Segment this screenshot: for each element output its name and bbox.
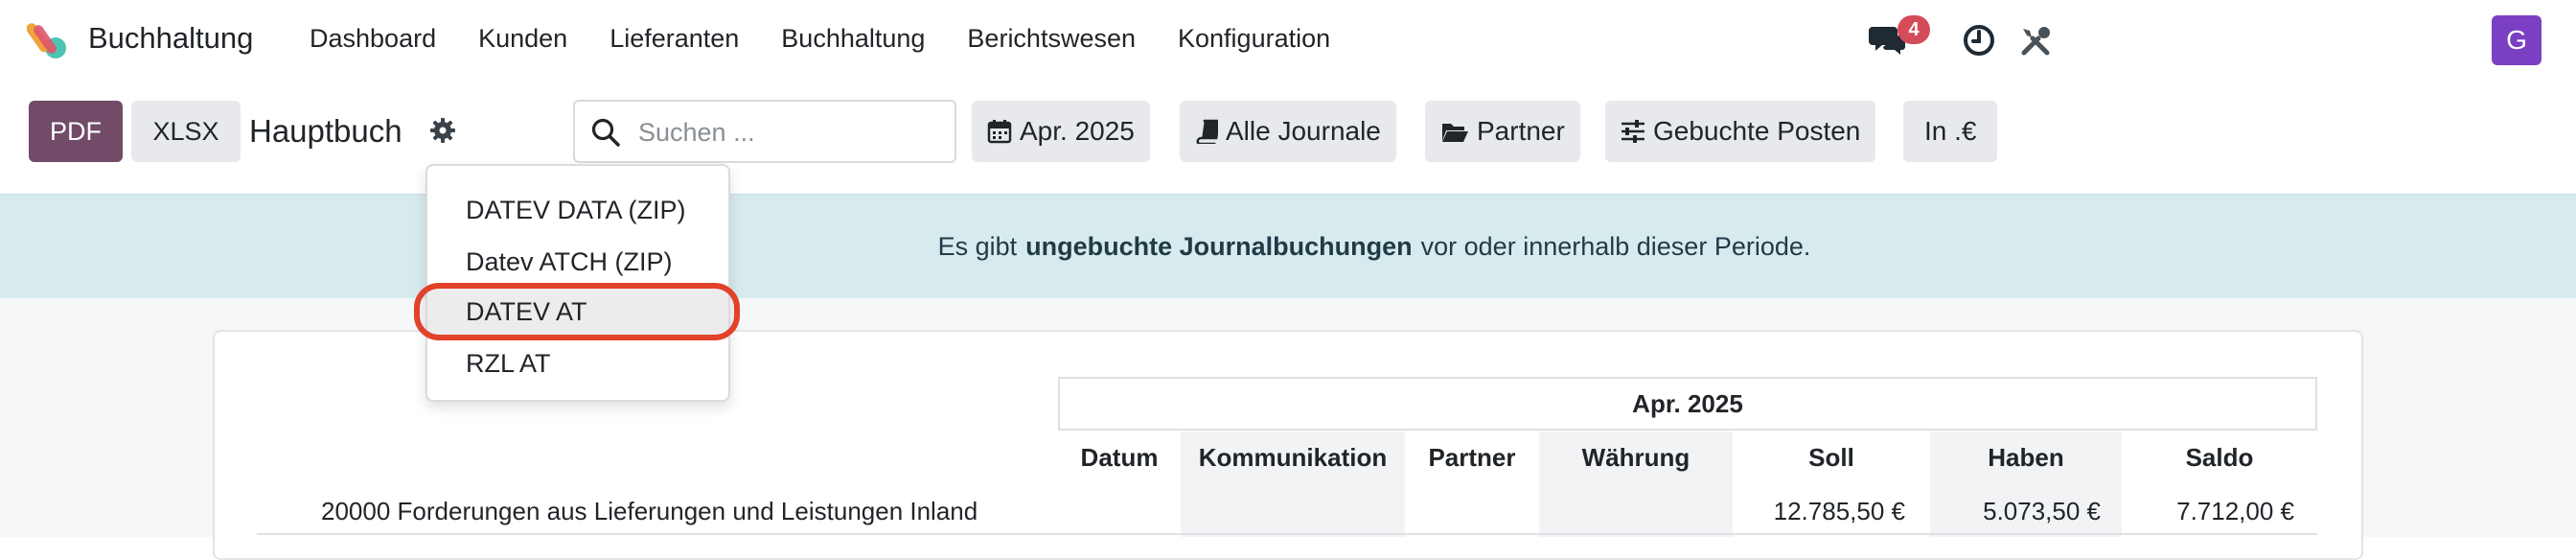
column-header-partner[interactable]: Partner: [1405, 443, 1539, 473]
column-header-kommunikation[interactable]: Kommunikation: [1181, 443, 1405, 473]
unposted-entries-alert: Es gibt ungebuchte Journalbuchungen vor …: [0, 194, 2576, 299]
currency-filter-label: In .€: [1924, 116, 1977, 146]
account-row-saldo: 7.712,00 €: [2176, 497, 2294, 525]
menu-kunden[interactable]: Kunden: [478, 24, 567, 54]
column-header-haben[interactable]: Haben: [1930, 443, 2122, 473]
menu-lieferanten[interactable]: Lieferanten: [610, 24, 739, 54]
menu-item-datev-data-zip[interactable]: DATEV DATA (ZIP): [427, 185, 728, 235]
column-header-datum[interactable]: Datum: [1064, 443, 1175, 473]
alert-text-pre: Es gibt: [937, 231, 1018, 261]
pdf-export-button[interactable]: PDF: [29, 101, 123, 162]
menu-item-datev-atch-zip[interactable]: Datev ATCH (ZIP): [427, 237, 728, 287]
menu-item-rzl-at[interactable]: RZL AT: [427, 338, 728, 388]
period-filter-label: Apr. 2025: [1020, 116, 1135, 146]
search-box: [573, 100, 956, 163]
period-filter-button[interactable]: Apr. 2025: [972, 101, 1150, 162]
unposted-entries-link[interactable]: ungebuchte Journalbuchungen: [1025, 232, 1413, 262]
clock-icon[interactable]: [1962, 23, 1996, 58]
search-input[interactable]: [636, 109, 947, 155]
account-row-haben: 5.073,50 €: [1983, 497, 2101, 525]
gear-icon[interactable]: [429, 117, 456, 144]
menu-buchhaltung[interactable]: Buchhaltung: [781, 24, 925, 54]
partner-filter-label: Partner: [1477, 116, 1565, 146]
app-logo-icon[interactable]: [27, 19, 69, 61]
top-navbar: Buchhaltung Dashboard Kunden Lieferanten…: [0, 0, 2576, 81]
journals-filter-label: Alle Journale: [1226, 116, 1381, 146]
entries-filter-button[interactable]: Gebuchte Posten: [1605, 101, 1876, 162]
tools-icon[interactable]: [2019, 25, 2052, 58]
column-header-waehrung[interactable]: Währung: [1539, 443, 1733, 473]
account-row-label[interactable]: 20000 Forderungen aus Lieferungen und Le…: [321, 497, 978, 526]
currency-filter-button[interactable]: In .€: [1903, 101, 1998, 162]
menu-dashboard[interactable]: Dashboard: [310, 24, 436, 54]
partner-filter-button[interactable]: Partner: [1425, 101, 1580, 162]
column-header-saldo[interactable]: Saldo: [2122, 443, 2317, 473]
book-icon: [1196, 119, 1218, 144]
calendar-icon: [987, 120, 1012, 144]
xlsx-export-button[interactable]: XLSX: [131, 101, 241, 162]
messages-badge: 4: [1898, 15, 1930, 44]
row-divider: [257, 533, 2317, 535]
user-avatar[interactable]: G: [2492, 15, 2542, 65]
journals-filter-button[interactable]: Alle Journale: [1180, 101, 1396, 162]
alert-text-post: vor oder innerhalb dieser Periode.: [1420, 231, 1811, 261]
column-header-soll[interactable]: Soll: [1733, 443, 1930, 473]
navbar-systray: 4 G: [1869, 15, 2542, 65]
main-menu: Dashboard Kunden Lieferanten Buchhaltung…: [310, 24, 1372, 54]
entries-filter-label: Gebuchte Posten: [1653, 116, 1861, 146]
sliders-icon: [1622, 120, 1644, 143]
period-column-header: Apr. 2025: [1058, 377, 2317, 431]
account-row-soll: 12.785,50 €: [1773, 497, 1905, 525]
report-title: Hauptbuch: [249, 113, 402, 149]
menu-konfiguration[interactable]: Konfiguration: [1178, 24, 1330, 54]
annotation-highlight-ring: [414, 283, 740, 340]
app-name[interactable]: Buchhaltung: [88, 21, 253, 56]
folder-open-icon: [1442, 124, 1468, 142]
menu-berichtswesen[interactable]: Berichtswesen: [967, 24, 1136, 54]
search-icon: [591, 118, 620, 147]
